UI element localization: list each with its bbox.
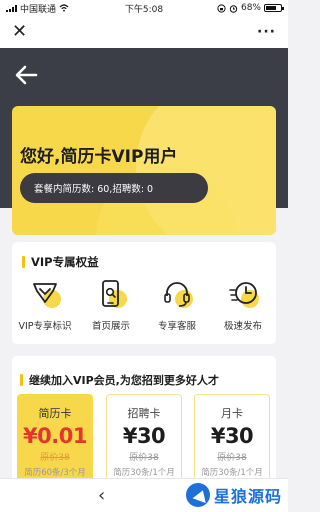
plan-price: ¥0.01	[23, 424, 87, 448]
watermark-logo-icon	[185, 483, 210, 507]
vip-status-card: 您好,简历卡VIP用户 套餐内简历数: 60,招聘数: 0	[12, 106, 276, 235]
wifi-icon	[59, 4, 69, 12]
plan-name: 招聘卡	[127, 407, 161, 420]
signal-icon	[6, 4, 17, 12]
status-bar: 中国联通 下午5:08 68%	[0, 0, 288, 16]
plan-card-monthly[interactable]: 月卡 ¥30 原价38 简历30条/1个月	[194, 394, 270, 486]
benefit-item-fast-publish[interactable]: 极速发布	[210, 278, 276, 338]
plan-detail: 简历60条/3个月	[24, 468, 86, 478]
benefit-item-service[interactable]: 专享客服	[144, 278, 210, 338]
vip-benefits-section: VIP专属权益 VIP专享标识 首页展示 专享客服 极速发布	[12, 242, 276, 344]
benefit-label: 专享客服	[157, 321, 196, 332]
section-accent-bar	[20, 374, 23, 386]
plans-title: 继续加入VIP会员,为您招到更多好人才	[20, 372, 219, 388]
browser-back-button[interactable]: ‹	[98, 485, 105, 506]
benefit-label: 极速发布	[223, 321, 262, 332]
diamond-badge-icon	[27, 278, 63, 310]
plan-name: 简历卡	[38, 407, 72, 420]
plan-card-resume[interactable]: 简历卡 ¥0.01 原价38 简历60条/3个月	[17, 394, 93, 486]
section-accent-bar	[22, 256, 25, 268]
vip-greeting: 您好,简历卡VIP用户	[20, 147, 178, 167]
back-arrow-icon[interactable]	[14, 65, 38, 85]
fast-clock-icon	[225, 278, 261, 310]
plan-original-price: 原价38	[129, 453, 159, 463]
benefit-label: 首页展示	[91, 321, 130, 332]
plan-detail: 简历30条/1个月	[113, 468, 175, 478]
plan-price: ¥30	[122, 424, 166, 448]
status-right: 68%	[217, 3, 284, 13]
benefit-label: VIP专享标识	[18, 321, 72, 332]
plan-detail: 简历30条/1个月	[201, 468, 263, 478]
benefit-item-homepage[interactable]: 首页展示	[78, 278, 144, 338]
plan-price: ¥30	[210, 424, 254, 448]
package-info-pill: 套餐内简历数: 60,招聘数: 0	[20, 173, 208, 203]
plan-original-price: 原价38	[40, 453, 70, 463]
bottom-toolbar: ‹ 星狼源码	[0, 478, 288, 512]
watermark: 星狼源码	[185, 483, 282, 507]
battery-icon	[264, 4, 284, 12]
battery-percent: 68%	[240, 3, 261, 13]
plans-title-text: 继续加入VIP会员,为您招到更多好人才	[29, 374, 219, 387]
plan-original-price: 原价38	[217, 453, 247, 463]
benefits-title-text: VIP专属权益	[31, 255, 99, 269]
plan-card-recruit[interactable]: 招聘卡 ¥30 原价38 简历30条/1个月	[106, 394, 182, 486]
carrier-label: 中国联通	[20, 4, 57, 15]
membership-plans-section: 继续加入VIP会员,为您招到更多好人才 简历卡 ¥0.01 原价38 简历60条…	[12, 356, 276, 486]
watermark-text: 星狼源码	[213, 487, 282, 506]
plan-name: 月卡	[221, 407, 243, 420]
close-icon[interactable]: ✕	[12, 23, 27, 41]
phone-search-icon	[93, 278, 129, 310]
nav-bar: ✕ ···	[0, 16, 288, 48]
headset-icon	[159, 278, 195, 310]
benefits-title: VIP专属权益	[22, 254, 99, 270]
status-left: 中国联通	[6, 2, 69, 15]
benefit-item-vip-badge[interactable]: VIP专享标识	[12, 278, 78, 338]
more-menu-button[interactable]: ···	[257, 24, 276, 40]
alarm-icon	[229, 4, 238, 13]
benefit-list: VIP专享标识 首页展示 专享客服 极速发布	[12, 278, 276, 338]
lock-rotation-icon	[217, 3, 226, 13]
